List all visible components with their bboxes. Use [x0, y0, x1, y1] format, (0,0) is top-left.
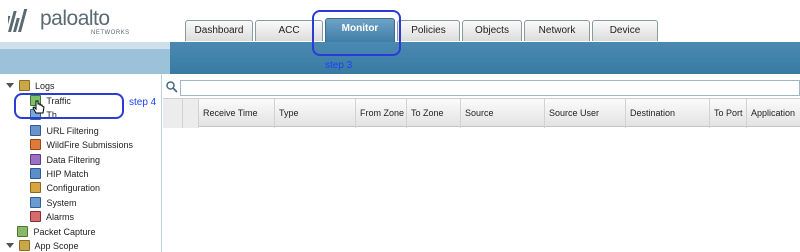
step3-annotation-label: step 3 [325, 60, 353, 71]
sidebar-item-label: Traffic [46, 96, 71, 106]
column-header-type[interactable]: Type [275, 99, 356, 128]
tab-network[interactable]: Network [524, 20, 590, 41]
sidebar-header-band [0, 49, 170, 74]
column-header-to-port[interactable]: To Port [710, 99, 747, 128]
logo-subtext: NETWORKS [91, 30, 130, 36]
sidebar-item-label: WildFire Submissions [46, 140, 134, 150]
sidebar-item-configuration[interactable]: Configuration [30, 181, 100, 195]
column-header-source-user[interactable]: Source User [545, 99, 626, 128]
column-header-destination[interactable]: Destination [626, 99, 710, 128]
hip-match-icon [30, 168, 41, 179]
sidebar-item-logs[interactable]: Logs [6, 79, 55, 93]
sidebar-item-label: Logs [35, 81, 55, 91]
sidebar-item-url-filtering[interactable]: URL Filtering [30, 124, 99, 138]
column-header-to-zone[interactable]: To Zone [407, 99, 461, 128]
hand-cursor-icon [32, 100, 45, 114]
alarms-icon [30, 211, 41, 222]
folder-icon [18, 80, 30, 91]
system-icon [30, 197, 41, 208]
sidebar-item-label: App Scope [34, 241, 79, 251]
sidebar-item-label: URL Filtering [46, 126, 99, 136]
sidebar-item-system[interactable]: System [30, 196, 77, 210]
chevron-down-icon[interactable] [6, 243, 14, 248]
tab-policies[interactable]: Policies [397, 20, 460, 41]
url-filtering-icon [30, 125, 41, 136]
paloalto-logo: paloalto NETWORKS [8, 6, 138, 38]
column-header-application[interactable]: Application [747, 99, 800, 128]
sidebar-item-wildfire-submissions[interactable]: WildFire Submissions [30, 138, 133, 152]
tab-objects[interactable]: Objects [462, 20, 522, 41]
column-header-select[interactable] [163, 99, 183, 128]
tab-dashboard[interactable]: Dashboard [185, 20, 253, 41]
tab-acc[interactable]: ACC [255, 20, 323, 41]
sidebar-item-label: Data Filtering [46, 155, 101, 165]
column-header-from-zone[interactable]: From Zone [356, 99, 407, 128]
chevron-down-icon[interactable] [6, 83, 14, 88]
sidebar-header-strip [0, 42, 170, 49]
header: paloalto NETWORKS Dashboard ACC Monitor … [0, 0, 800, 44]
filter-row [163, 78, 800, 96]
log-viewer: Receive Time Type From Zone To Zone Sour… [163, 74, 800, 252]
log-table-header: Receive Time Type From Zone To Zone Sour… [163, 98, 800, 128]
column-header-detail[interactable] [183, 99, 199, 128]
wildfire-icon [30, 139, 41, 150]
sidebar-item-alarms[interactable]: Alarms [30, 210, 74, 224]
paloalto-logo-icon [8, 9, 28, 32]
sidebar-item-data-filtering[interactable]: Data Filtering [30, 153, 100, 167]
sidebar-item-hip-match[interactable]: HIP Match [30, 167, 88, 181]
logo-text: paloalto [40, 7, 110, 30]
sidebar-item-label: System [46, 198, 77, 208]
search-icon[interactable] [165, 80, 179, 94]
step4-annotation-label: step 4 [129, 97, 157, 108]
packet-capture-icon [17, 226, 28, 237]
folder-icon [18, 240, 30, 251]
configuration-icon [30, 182, 41, 193]
sidebar-item-packet-capture[interactable]: Packet Capture [17, 225, 96, 239]
tab-device[interactable]: Device [592, 20, 658, 41]
sidebar-item-label: Th [46, 110, 57, 120]
sidebar-item-label: Packet Capture [33, 227, 96, 237]
sidebar-item-app-scope[interactable]: App Scope [6, 239, 79, 252]
sidebar-item-label: Configuration [46, 183, 101, 193]
tab-monitor[interactable]: Monitor [325, 18, 395, 42]
column-header-receive-time[interactable]: Receive Time [199, 99, 275, 128]
filter-input[interactable] [180, 80, 800, 96]
column-header-source[interactable]: Source [461, 99, 545, 128]
sidebar-item-label: Alarms [46, 212, 75, 222]
data-filtering-icon [30, 154, 41, 165]
sidebar-item-label: HIP Match [46, 169, 89, 179]
